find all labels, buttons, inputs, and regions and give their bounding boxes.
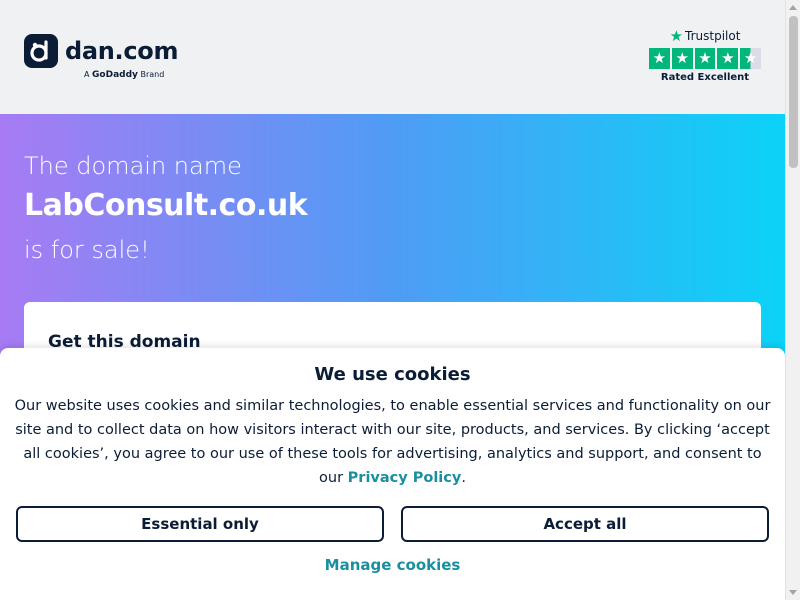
cookie-banner: We use cookies Our website uses cookies … bbox=[0, 348, 785, 600]
scrollbar[interactable] bbox=[785, 0, 800, 600]
star-icon: ★ bbox=[671, 48, 693, 69]
brand-prefix: A bbox=[84, 70, 90, 79]
brand-name: GoDaddy bbox=[92, 70, 138, 80]
brand-suffix: Brand bbox=[140, 70, 165, 79]
manage-cookies-link[interactable]: Manage cookies bbox=[0, 556, 785, 574]
star-icon: ★ bbox=[717, 48, 739, 69]
trustpilot-rating-text: Rated Excellent bbox=[660, 72, 750, 83]
domain-name: LabConsult.co.uk bbox=[24, 188, 308, 223]
scroll-thumb[interactable] bbox=[789, 16, 798, 168]
trustpilot-stars: ★ ★ ★ ★ ★ bbox=[649, 48, 761, 69]
dan-logo[interactable]: dan.com bbox=[24, 34, 179, 68]
hero-intro: The domain name bbox=[24, 152, 242, 180]
privacy-policy-link[interactable]: Privacy Policy bbox=[348, 470, 462, 486]
trustpilot-logo: ★ Trustpilot bbox=[649, 28, 761, 44]
godaddy-brand-tag: A GoDaddy Brand bbox=[84, 70, 164, 80]
logo-text: dan.com bbox=[65, 37, 179, 65]
scroll-up-arrow-icon[interactable] bbox=[789, 5, 797, 10]
trustpilot-widget[interactable]: ★ Trustpilot ★ ★ ★ ★ ★ Rated Excellent bbox=[649, 28, 761, 83]
hero-sale-text: is for sale! bbox=[24, 236, 150, 264]
star-icon: ★ bbox=[649, 48, 670, 69]
trustpilot-star-icon: ★ bbox=[669, 26, 684, 45]
dan-logo-icon bbox=[24, 34, 58, 68]
scroll-down-arrow-icon[interactable] bbox=[789, 590, 797, 595]
cookie-description: Our website uses cookies and similar tec… bbox=[12, 394, 773, 490]
essential-only-button[interactable]: Essential only bbox=[16, 506, 384, 542]
cookie-text-end: . bbox=[461, 470, 466, 486]
header: dan.com A GoDaddy Brand ★ Trustpilot ★ ★… bbox=[0, 0, 785, 114]
page: dan.com A GoDaddy Brand ★ Trustpilot ★ ★… bbox=[0, 0, 785, 600]
trustpilot-name: Trustpilot bbox=[685, 29, 741, 43]
star-icon: ★ bbox=[694, 48, 716, 69]
cookie-title: We use cookies bbox=[314, 364, 471, 385]
accept-all-button[interactable]: Accept all bbox=[401, 506, 769, 542]
half-star-icon: ★ bbox=[740, 48, 761, 69]
